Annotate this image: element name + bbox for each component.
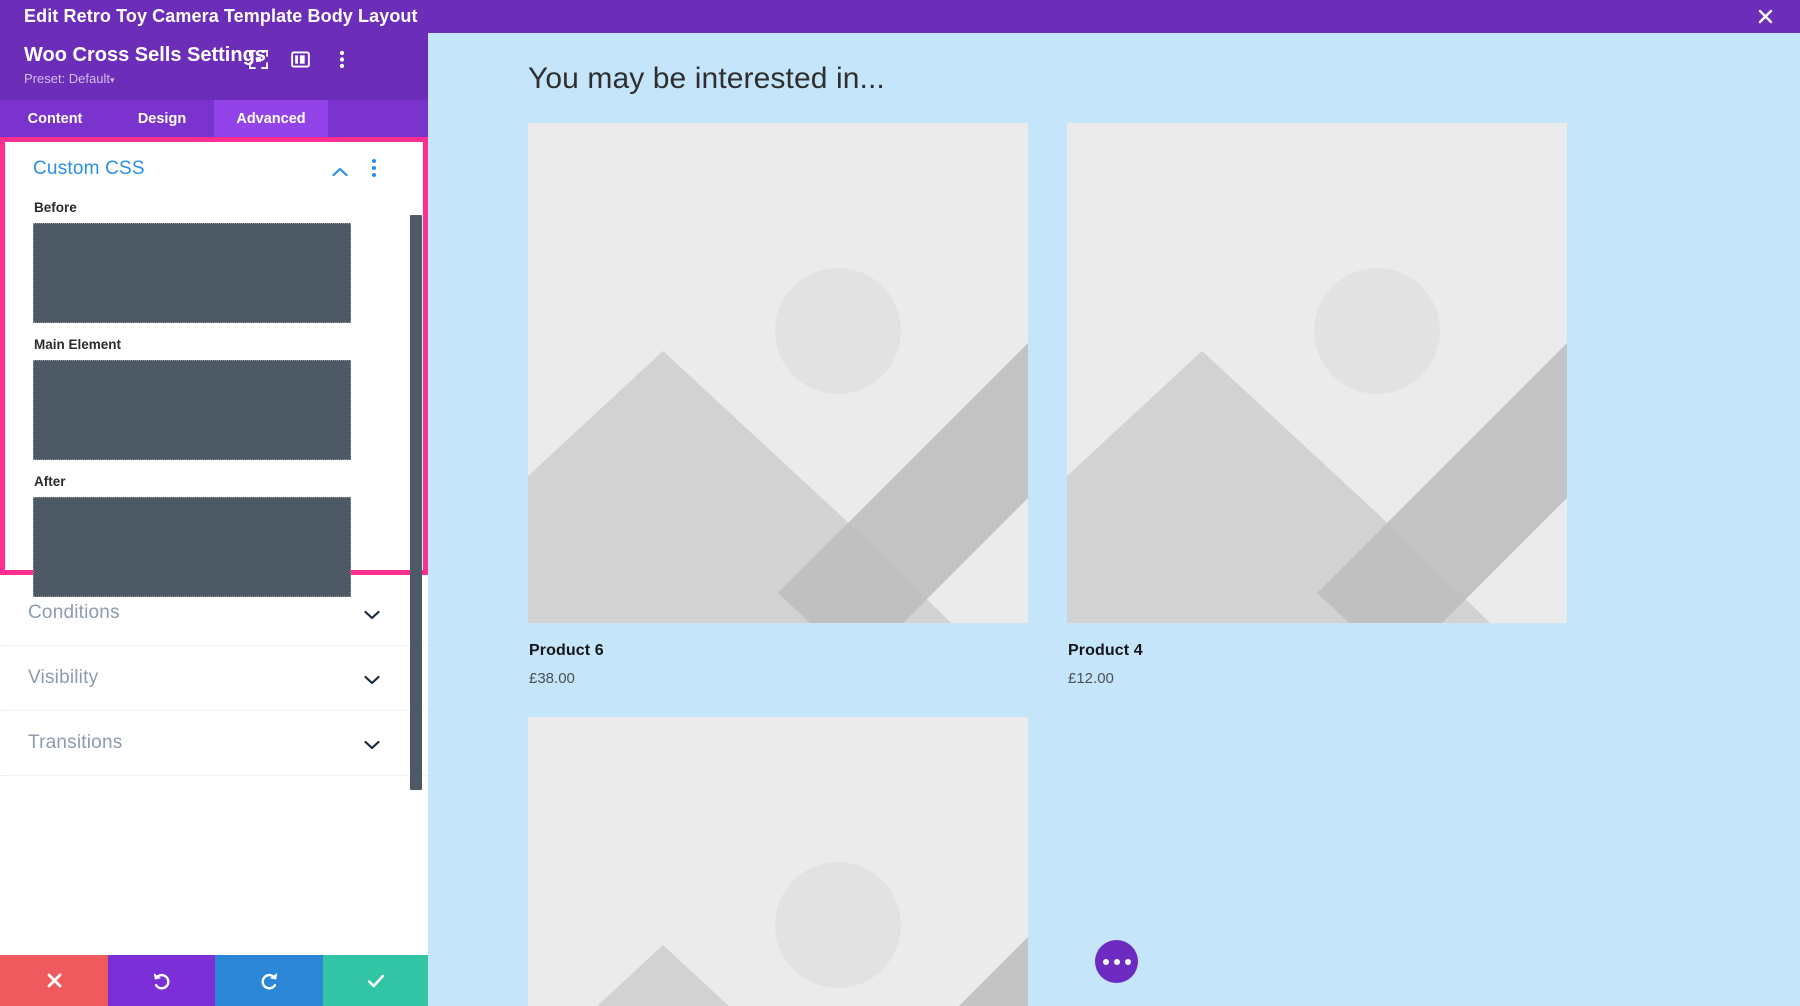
undo-icon xyxy=(151,970,173,992)
window-title: Edit Retro Toy Camera Template Body Layo… xyxy=(24,6,418,27)
product-card[interactable] xyxy=(528,717,1028,1006)
sidebar-item-conditions[interactable]: Conditions xyxy=(0,581,428,646)
chevron-down-icon xyxy=(364,607,380,625)
product-price: £12.00 xyxy=(1068,670,1567,687)
field-label-before: Before xyxy=(34,200,395,215)
custom-css-section: Custom CSS Before Main Element xyxy=(0,137,428,575)
custom-css-header[interactable]: Custom CSS xyxy=(33,142,395,196)
settings-tabs: Content Design Advanced xyxy=(0,100,428,137)
settings-panel: Woo Cross Sells Settings Preset: Default… xyxy=(0,33,428,1006)
window-title-bar: Edit Retro Toy Camera Template Body Layo… xyxy=(0,0,1800,33)
product-name: Product 4 xyxy=(1068,642,1567,660)
product-placeholder-image xyxy=(528,123,1028,623)
tab-design[interactable]: Design xyxy=(110,100,214,137)
close-icon xyxy=(45,971,64,990)
chevron-up-icon[interactable] xyxy=(332,164,348,182)
main-element-css-textarea[interactable] xyxy=(33,360,351,460)
custom-css-options-icon[interactable] xyxy=(372,159,376,177)
custom-css-title: Custom CSS xyxy=(33,158,145,180)
chevron-down-icon xyxy=(364,737,380,755)
chevron-down-icon xyxy=(364,672,380,690)
action-bar xyxy=(0,955,428,1006)
product-price: £38.00 xyxy=(529,670,1028,687)
product-name: Product 6 xyxy=(529,642,1028,660)
check-icon xyxy=(365,970,387,992)
focus-target-icon[interactable] xyxy=(248,49,268,69)
preset-selector[interactable]: Preset: Default▾ xyxy=(24,71,428,86)
cancel-button[interactable] xyxy=(0,955,108,1006)
custom-css-field-before: Before xyxy=(33,200,395,323)
field-label-main-element: Main Element xyxy=(34,337,395,352)
ellipsis-icon[interactable] xyxy=(1095,940,1138,983)
product-grid: Product 6 £38.00 Product 4 £12.00 xyxy=(528,123,1800,1006)
module-header-icons xyxy=(248,49,428,69)
visibility-label: Visibility xyxy=(28,667,98,689)
product-card[interactable]: Product 4 £12.00 xyxy=(1067,123,1567,687)
save-button[interactable] xyxy=(323,955,428,1006)
grid-row-gap xyxy=(528,687,1800,717)
undo-button[interactable] xyxy=(108,955,215,1006)
custom-css-field-after: After xyxy=(33,474,395,597)
sidebar-item-visibility[interactable]: Visibility xyxy=(0,646,428,711)
vertical-dots-icon[interactable] xyxy=(332,49,352,69)
preview-canvas: You may be interested in... Product 6 £3… xyxy=(428,33,1800,1006)
preset-label: Preset: Default xyxy=(24,71,110,86)
close-icon[interactable] xyxy=(1752,4,1778,30)
sidebar-item-transitions[interactable]: Transitions xyxy=(0,711,428,776)
tab-content[interactable]: Content xyxy=(0,100,110,137)
panel-scrollbar-thumb[interactable] xyxy=(410,215,422,790)
chevron-down-icon: ▾ xyxy=(110,75,115,85)
product-placeholder-image xyxy=(1067,123,1567,623)
custom-css-field-main-element: Main Element xyxy=(33,337,395,460)
product-card[interactable]: Product 6 £38.00 xyxy=(528,123,1028,687)
module-header: Woo Cross Sells Settings Preset: Default… xyxy=(0,33,428,100)
collapsed-sections: Conditions Visibility Transitions xyxy=(0,581,428,776)
cross-sells-headline: You may be interested in... xyxy=(528,62,1800,96)
panel-layout-icon[interactable] xyxy=(290,49,310,69)
tab-advanced[interactable]: Advanced xyxy=(214,100,328,137)
product-placeholder-image xyxy=(528,717,1028,1006)
transitions-label: Transitions xyxy=(28,732,122,754)
before-css-textarea[interactable] xyxy=(33,223,351,323)
redo-button[interactable] xyxy=(215,955,323,1006)
conditions-label: Conditions xyxy=(28,602,120,624)
redo-icon xyxy=(258,970,280,992)
field-label-after: After xyxy=(34,474,395,489)
